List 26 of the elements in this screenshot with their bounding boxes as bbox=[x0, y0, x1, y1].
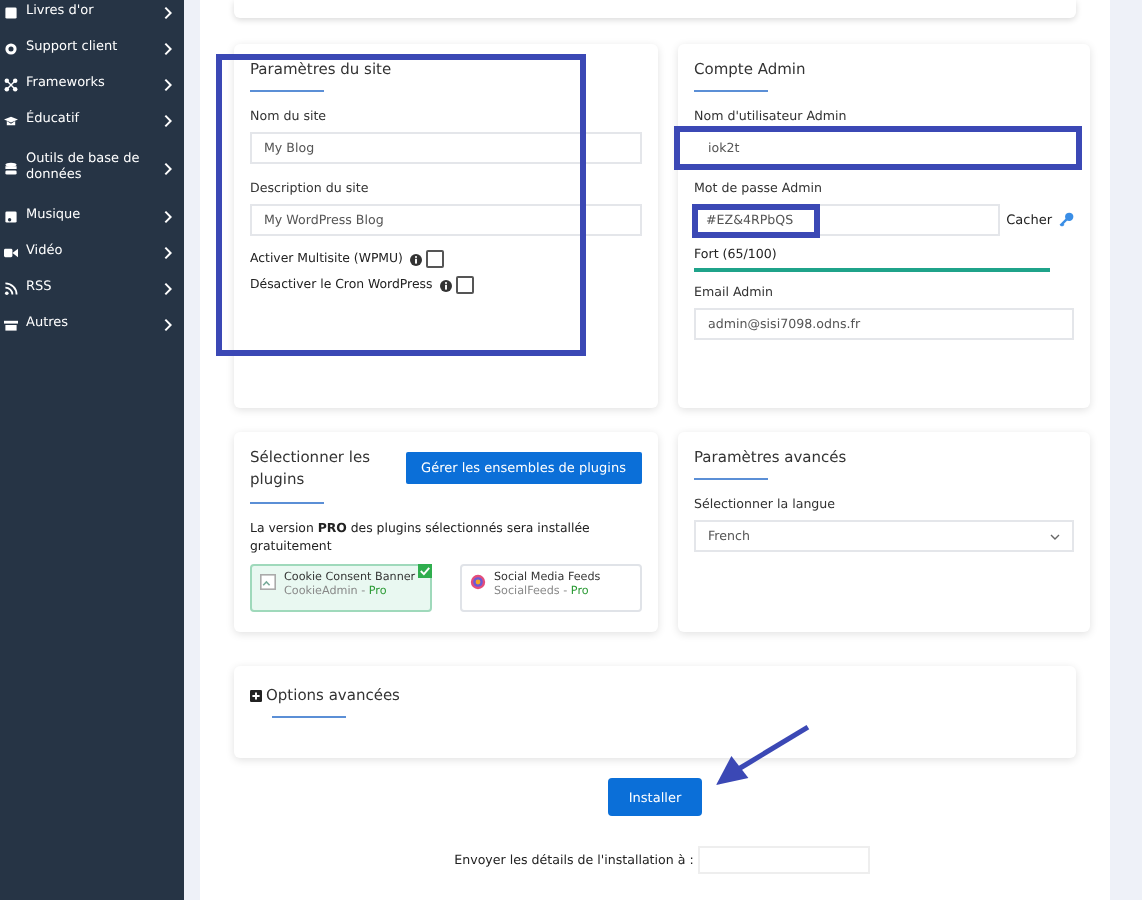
checkbox[interactable] bbox=[426, 250, 445, 268]
chevron-right-icon bbox=[164, 281, 172, 295]
info-icon bbox=[440, 279, 453, 291]
chevron-right-icon bbox=[164, 113, 172, 127]
checkmark-icon bbox=[418, 564, 432, 579]
book-icon bbox=[4, 5, 18, 19]
box-icon bbox=[4, 317, 18, 331]
social-feeds-logo-icon bbox=[470, 574, 486, 591]
chevron-right-icon bbox=[164, 41, 172, 55]
key-icon bbox=[1058, 212, 1074, 228]
broken-image-icon bbox=[260, 574, 276, 591]
rss-icon bbox=[4, 281, 18, 295]
database-icon bbox=[4, 161, 18, 175]
checkbox[interactable] bbox=[456, 276, 475, 294]
graduation-cap-icon bbox=[4, 113, 18, 127]
info-icon bbox=[410, 253, 423, 265]
chevron-right-icon bbox=[164, 5, 172, 19]
video-camera-icon bbox=[4, 245, 18, 259]
chevron-down-icon bbox=[1050, 533, 1060, 539]
chevron-right-icon bbox=[164, 317, 172, 331]
chevron-right-icon bbox=[164, 245, 172, 259]
chevron-right-icon bbox=[164, 77, 172, 91]
annotation-arrow bbox=[710, 722, 814, 790]
network-icon bbox=[4, 77, 18, 91]
chevron-right-icon bbox=[164, 209, 172, 223]
chevron-right-icon bbox=[164, 161, 172, 175]
